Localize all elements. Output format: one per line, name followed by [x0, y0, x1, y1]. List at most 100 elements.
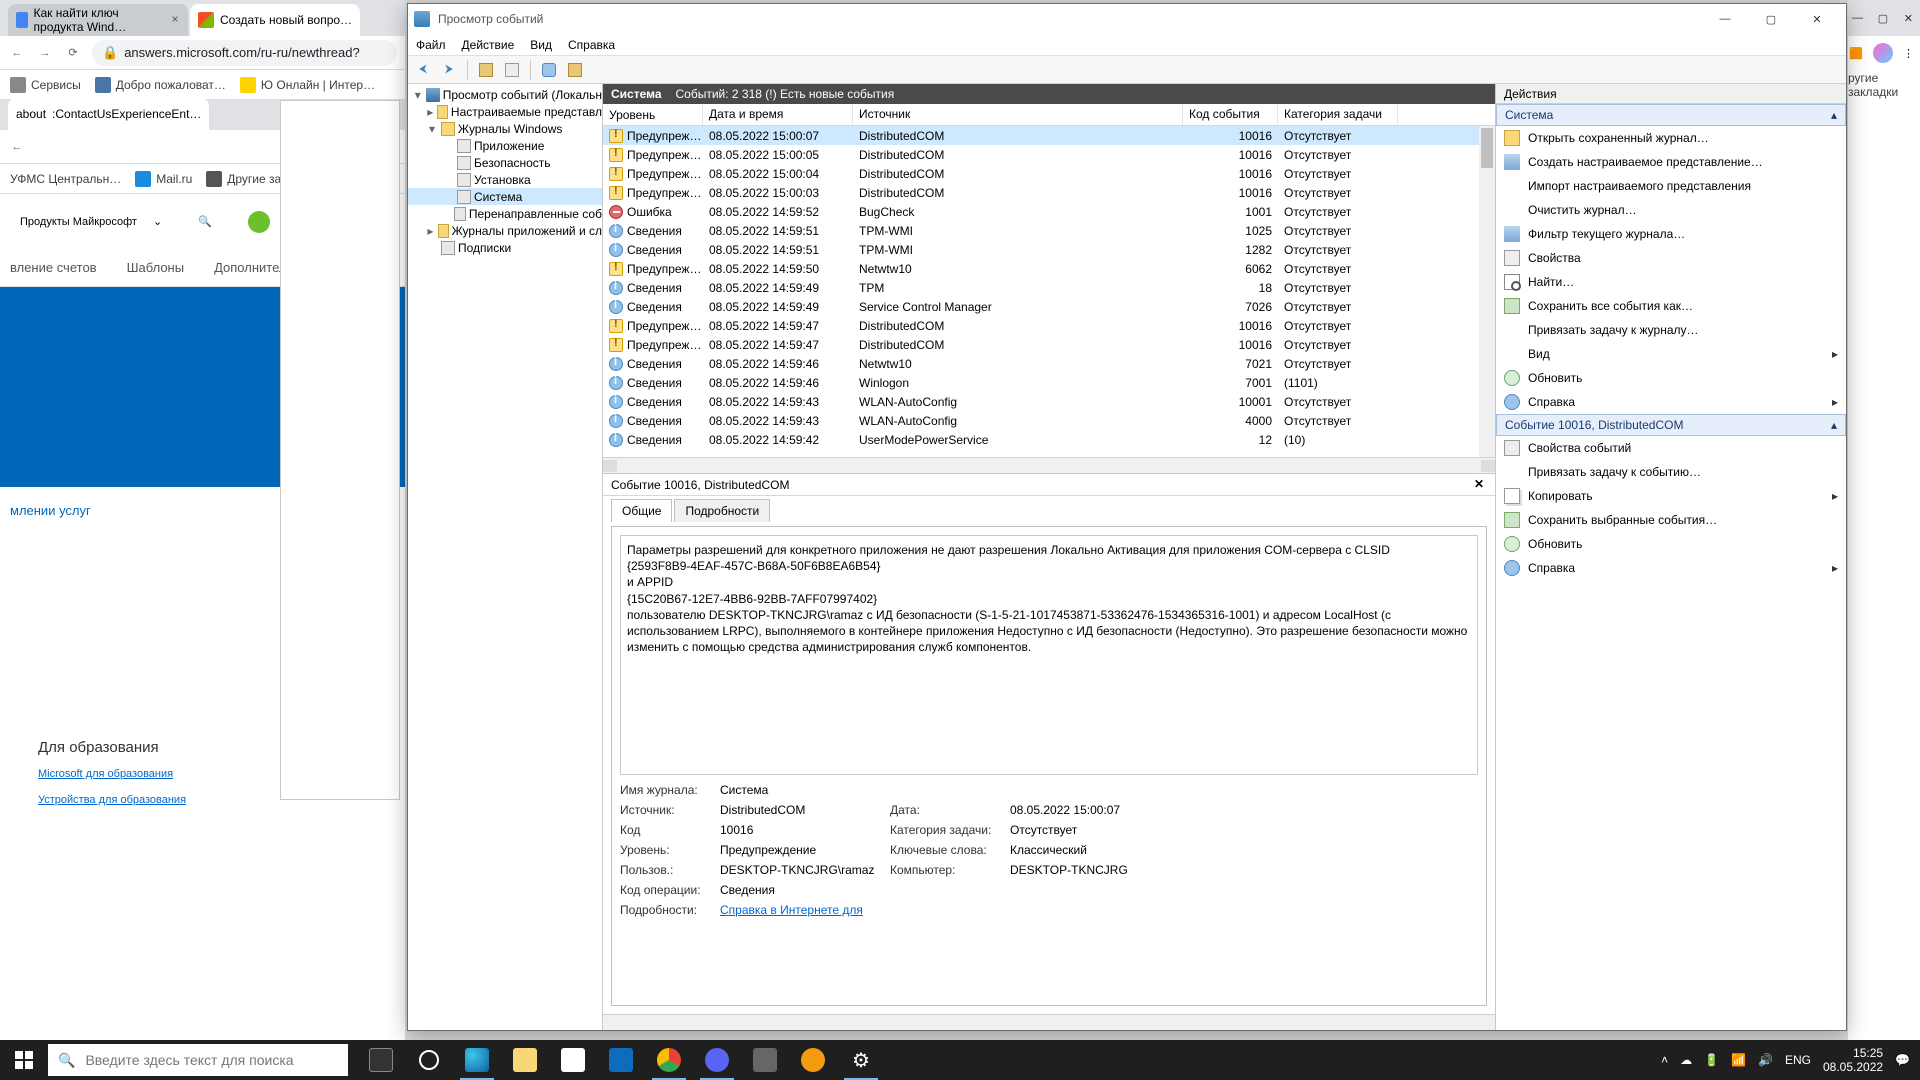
table-row[interactable]: Сведения08.05.2022 14:59:51TPM-WMI1282От… — [603, 240, 1495, 259]
taskbar-discord[interactable] — [694, 1040, 740, 1080]
menu-help[interactable]: Справка — [568, 38, 615, 52]
titlebar[interactable]: Просмотр событий — ▢ ✕ — [408, 4, 1846, 34]
tree-log-application[interactable]: Приложение — [408, 137, 602, 154]
action-item[interactable]: Свойства — [1496, 246, 1846, 270]
battery-icon[interactable]: 🔋 — [1704, 1053, 1719, 1067]
action-item[interactable]: Вид▸ — [1496, 342, 1846, 366]
action-item[interactable]: Привязать задачу к журналу… — [1496, 318, 1846, 342]
back-icon[interactable] — [8, 138, 26, 156]
col-level[interactable]: Уровень — [603, 104, 703, 125]
tree-log-system[interactable]: Система — [408, 188, 602, 205]
tree-item[interactable]: ▾Журналы Windows — [408, 120, 602, 137]
table-row[interactable]: Предупреж…08.05.2022 15:00:04Distributed… — [603, 164, 1495, 183]
table-row[interactable]: Ошибка08.05.2022 14:59:52BugCheck1001Отс… — [603, 202, 1495, 221]
maximize-icon[interactable]: ▢ — [1873, 4, 1892, 32]
table-row[interactable]: Предупреж…08.05.2022 15:00:07Distributed… — [603, 126, 1495, 145]
tree-subscriptions[interactable]: Подписки — [408, 239, 602, 256]
clock[interactable]: 15:2508.05.2022 — [1823, 1046, 1883, 1075]
nav-item[interactable]: вление счетов — [10, 260, 97, 275]
col-datetime[interactable]: Дата и время — [703, 104, 853, 125]
start-button[interactable] — [0, 1040, 48, 1080]
tab-close-icon[interactable]: × — [170, 13, 180, 27]
reload-icon[interactable] — [64, 44, 82, 62]
table-row[interactable]: Предупреж…08.05.2022 14:59:47Distributed… — [603, 335, 1495, 354]
taskbar-search[interactable]: 🔍Введите здесь текст для поиска — [48, 1044, 348, 1076]
tree-item[interactable]: ▸Журналы приложений и сл — [408, 222, 602, 239]
bookmark[interactable]: Добро пожаловат… — [95, 77, 226, 93]
action-item[interactable]: Фильтр текущего журнала… — [1496, 222, 1846, 246]
table-row[interactable]: Предупреж…08.05.2022 15:00:05Distributed… — [603, 145, 1495, 164]
table-row[interactable]: Сведения08.05.2022 14:59:51TPM-WMI1025От… — [603, 221, 1495, 240]
table-row[interactable]: Сведения08.05.2022 14:59:43WLAN-AutoConf… — [603, 411, 1495, 430]
table-row[interactable]: Предупреж…08.05.2022 14:59:47Distributed… — [603, 316, 1495, 335]
horizontal-scrollbar[interactable] — [603, 457, 1495, 473]
menu-icon[interactable]: ⋮ — [1903, 47, 1914, 60]
bookmark[interactable]: УФМС Центральн… — [10, 172, 121, 186]
notifications-icon[interactable]: 💬 — [1895, 1053, 1910, 1067]
navigation-tree[interactable]: ▾Просмотр событий (Локальн ▸Настраиваемы… — [408, 84, 603, 1030]
back-icon[interactable] — [8, 44, 26, 62]
action-item[interactable]: Найти… — [1496, 270, 1846, 294]
table-row[interactable]: Сведения08.05.2022 14:59:49TPM18Отсутств… — [603, 278, 1495, 297]
action-item[interactable]: Свойства событий — [1496, 436, 1846, 460]
action-item[interactable]: Импорт настраиваемого представления — [1496, 174, 1846, 198]
wifi-icon[interactable]: 📶 — [1731, 1053, 1746, 1067]
col-category[interactable]: Категория задачи — [1278, 104, 1398, 125]
taskbar-app[interactable] — [790, 1040, 836, 1080]
cortana-button[interactable] — [406, 1040, 452, 1080]
back-icon[interactable]: ⮜ — [412, 59, 434, 81]
table-row[interactable]: Сведения08.05.2022 14:59:42UserModePower… — [603, 430, 1495, 449]
table-body[interactable]: Предупреж…08.05.2022 15:00:07Distributed… — [603, 126, 1495, 457]
task-view-button[interactable] — [358, 1040, 404, 1080]
taskbar-chrome[interactable] — [646, 1040, 692, 1080]
forward-icon[interactable]: ⮞ — [438, 59, 460, 81]
table-row[interactable]: Сведения08.05.2022 14:59:46Winlogon7001(… — [603, 373, 1495, 392]
search-icon[interactable]: 🔍 — [198, 215, 212, 228]
footer-link[interactable]: Microsoft для образования — [38, 768, 186, 780]
tree-log-security[interactable]: Безопасность — [408, 154, 602, 171]
extension-icon[interactable]: 🟧 — [1849, 47, 1863, 60]
detail-close-icon[interactable]: ✕ — [1471, 477, 1487, 493]
bookmark[interactable]: Сервисы — [10, 77, 81, 93]
action-item[interactable]: Сохранить все события как… — [1496, 294, 1846, 318]
online-help-link[interactable]: Справка в Интернете для — [720, 903, 880, 917]
minimize-button[interactable]: — — [1702, 5, 1748, 33]
action-item[interactable]: Обновить — [1496, 532, 1846, 556]
action-item[interactable]: Сохранить выбранные события… — [1496, 508, 1846, 532]
profile-avatar-icon[interactable] — [1873, 43, 1893, 63]
minimize-icon[interactable]: — — [1848, 4, 1867, 32]
action-item[interactable]: Создать настраиваемое представление… — [1496, 150, 1846, 174]
actions-section-system[interactable]: Система▴ — [1496, 104, 1846, 126]
tab-details[interactable]: Подробности — [674, 499, 770, 522]
menu-view[interactable]: Вид — [530, 38, 552, 52]
tree-root[interactable]: ▾Просмотр событий (Локальн — [408, 86, 602, 103]
table-row[interactable]: Предупреж…08.05.2022 14:59:50Netwtw10606… — [603, 259, 1495, 278]
action-item[interactable]: Открыть сохраненный журнал… — [1496, 126, 1846, 150]
taskbar-settings[interactable]: ⚙ — [838, 1040, 884, 1080]
close-icon[interactable]: ✕ — [1899, 4, 1918, 32]
nav-item[interactable]: Шаблоны — [127, 260, 185, 275]
col-eventid[interactable]: Код события — [1183, 104, 1278, 125]
ms-menu[interactable]: Продукты Майкрософт — [20, 216, 137, 228]
footer-link[interactable]: Устройства для образования — [38, 794, 186, 806]
action-item[interactable]: Справка▸ — [1496, 556, 1846, 580]
table-row[interactable]: Предупреж…08.05.2022 15:00:03Distributed… — [603, 183, 1495, 202]
chrome-tab[interactable]: Создать новый вопро… — [190, 4, 360, 36]
chrome-tab[interactable]: Как найти ключ продукта Wind… × — [8, 4, 188, 36]
taskbar-edge[interactable] — [454, 1040, 500, 1080]
menu-file[interactable]: Файл — [416, 38, 446, 52]
tab-general[interactable]: Общие — [611, 499, 672, 522]
table-row[interactable]: Сведения08.05.2022 14:59:46Netwtw107021О… — [603, 354, 1495, 373]
event-message[interactable]: Параметры разрешений для конкретного при… — [620, 535, 1478, 775]
maximize-button[interactable]: ▢ — [1748, 5, 1794, 33]
action-item[interactable]: Справка▸ — [1496, 390, 1846, 414]
vertical-scrollbar[interactable] — [1479, 126, 1495, 457]
taskbar-explorer[interactable] — [502, 1040, 548, 1080]
tree-log-setup[interactable]: Установка — [408, 171, 602, 188]
address-bar[interactable]: 🔒 answers.microsoft.com/ru-ru/newthread? — [92, 40, 397, 66]
panel-icon[interactable] — [564, 59, 586, 81]
language-indicator[interactable]: ENG — [1785, 1053, 1811, 1067]
other-bookmarks[interactable]: ругие закладки — [1848, 71, 1914, 99]
action-item[interactable]: Привязать задачу к событию… — [1496, 460, 1846, 484]
show-tree-icon[interactable] — [475, 59, 497, 81]
